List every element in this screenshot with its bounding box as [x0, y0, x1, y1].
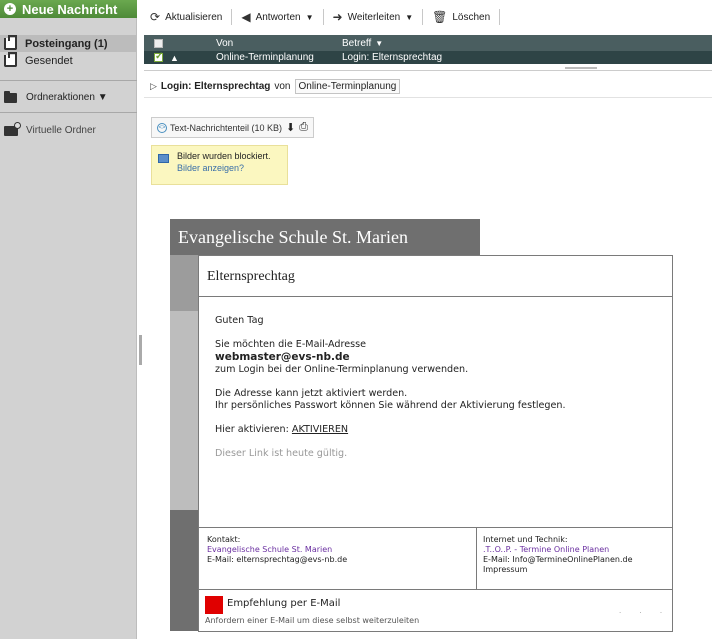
email-side-column-bottom [170, 510, 198, 631]
activate-prefix: Hier aktivieren: [215, 424, 289, 435]
folder-actions-label: Ordneraktionen ▼ [26, 92, 108, 103]
email-title: Elternsprechtag [199, 256, 672, 297]
refresh-label: Aktualisieren [165, 11, 223, 23]
divider [199, 527, 672, 528]
email-content-box: Elternsprechtag Guten Tag Sie möchten di… [198, 255, 673, 632]
message-list-footer [144, 64, 712, 71]
message-header: ▷ Login: Elternsprechtag von Online-Term… [144, 76, 712, 98]
validity-note: Dieser Link ist heute gültig. [215, 448, 348, 459]
blocked-text: Bilder wurden blockiert. [177, 151, 271, 161]
reply-label: Antworten [255, 11, 301, 23]
inbox-icon [4, 34, 17, 50]
chevron-down-icon[interactable]: ▼ [306, 13, 314, 22]
sender-chip[interactable]: Online-Terminplanung [294, 79, 401, 94]
forward-button[interactable]: ➜ Weiterleiten ▼ [324, 9, 424, 25]
contact-label: Kontakt: [207, 535, 241, 544]
print-icon[interactable]: ⎙ [299, 121, 308, 134]
recommend-title[interactable]: Empfehlung per E-Mail [227, 598, 340, 609]
email-side-column-top [170, 255, 198, 311]
tech-label: Internet und Technik: [483, 535, 568, 544]
new-message-button[interactable]: + Neue Nachricht [0, 0, 137, 18]
body-line: Ihr persönliches Passwort können Sie wäh… [215, 400, 566, 411]
toolbar: ⟳ Aktualisieren ◀ Antworten ▼ ➜ Weiterle… [138, 0, 712, 32]
body-line: Die Adresse kann jetzt aktiviert werden. [215, 388, 408, 399]
imprint-link[interactable]: Impressum [483, 565, 633, 575]
forward-arrow-icon: ➜ [332, 10, 343, 24]
virtual-folder-icon [4, 121, 21, 136]
download-icon[interactable]: ⬇ [286, 121, 295, 134]
folder-actions-menu[interactable]: Ordneraktionen ▼ [4, 90, 108, 103]
sent-icon [4, 51, 17, 67]
recommend-dots: . . . [619, 606, 671, 615]
email-body: Guten Tag Sie möchten die E-Mail-Adresse… [215, 315, 665, 472]
resize-grip[interactable] [565, 67, 597, 69]
forward-label: Weiterleiten [347, 11, 401, 23]
new-message-label: Neue Nachricht [22, 1, 118, 17]
select-all-checkbox[interactable] [154, 35, 163, 51]
attachment-code-icon: <> [157, 122, 167, 133]
image-icon [158, 154, 169, 163]
plus-icon: + [4, 3, 16, 15]
sort-chevron-icon: ▼ [375, 38, 384, 48]
contact-block: Kontakt: Evangelische Schule St. Marien … [207, 535, 347, 565]
tech-mail: E-Mail: Info@TermineOnlinePlanen.de [483, 555, 633, 564]
body-line: zum Login bei der Online-Terminplanung v… [215, 364, 469, 375]
refresh-button[interactable]: ⟳ Aktualisieren [150, 9, 233, 25]
row-subject: Login: Elternsprechtag [342, 52, 443, 63]
virtual-folders[interactable]: Virtuelle Ordner [4, 121, 96, 136]
recommend-red-square[interactable] [205, 596, 223, 614]
folder-inbox-label: Posteingang (1) [25, 37, 108, 50]
from-word: von [274, 81, 291, 92]
person-icon: ▲ [170, 52, 179, 63]
show-images-link[interactable]: Bilder anzeigen? [177, 163, 271, 173]
column-subject-label: Betreff [342, 37, 372, 49]
folder-sent-label: Gesendet [25, 54, 73, 67]
contact-name-link[interactable]: Evangelische Schule St. Marien [207, 545, 347, 555]
divider [476, 527, 477, 589]
virtual-folders-label: Virtuelle Ordner [26, 125, 96, 136]
folder-inbox[interactable]: Posteingang (1) [0, 34, 137, 52]
body-line: Sie möchten die E-Mail-Adresse [215, 339, 367, 350]
message-list-header: Von Betreff ▼ [144, 35, 712, 51]
column-subject[interactable]: Betreff ▼ [342, 35, 383, 51]
column-from[interactable]: Von [216, 35, 233, 51]
delete-label: Löschen [452, 11, 491, 23]
recommend-subtitle: Anfordern einer E-Mail um diese selbst w… [205, 616, 420, 625]
expand-triangle-icon[interactable]: ▷ [150, 81, 157, 92]
checkbox[interactable] [154, 38, 163, 48]
attachment-label: Text-Nachrichtenteil (10 KB) [170, 122, 283, 133]
refresh-icon: ⟳ [150, 10, 161, 24]
column-from-label: Von [216, 37, 234, 49]
sidebar-divider [0, 112, 137, 113]
row-from: Online-Terminplanung [216, 52, 314, 63]
school-header: Evangelische Schule St. Marien [170, 219, 480, 255]
contact-mail: E-Mail: elternsprechtag@evs-nb.de [207, 555, 348, 564]
sidebar-divider [0, 80, 137, 81]
delete-button[interactable]: 🗑 Löschen [423, 9, 501, 25]
trash-icon: 🗑 [432, 10, 448, 24]
folder-icon [4, 90, 17, 103]
tech-block: Internet und Technik: .T..O..P. - Termin… [483, 535, 633, 575]
chevron-down-icon[interactable]: ▼ [405, 13, 413, 22]
reply-arrow-icon: ◀ [241, 10, 251, 24]
checkbox-checked[interactable] [154, 51, 163, 62]
email-address: webmaster@evs-nb.de [215, 351, 350, 363]
folder-sent[interactable]: Gesendet [0, 51, 137, 69]
row-checkbox[interactable] [154, 51, 163, 64]
divider [199, 589, 672, 590]
blocked-images-notice: Bilder wurden blockiert. Bilder anzeigen… [151, 145, 288, 185]
message-row[interactable]: ▲ Online-Terminplanung Login: Elternspre… [144, 51, 712, 64]
attachment-chip[interactable]: <> Text-Nachrichtenteil (10 KB) ⬇ ⎙ [151, 117, 315, 138]
greeting: Guten Tag [215, 315, 264, 326]
activate-link[interactable]: AKTIVIEREN [292, 424, 348, 435]
pane-resize-handle[interactable] [139, 335, 142, 365]
reply-button[interactable]: ◀ Antworten ▼ [232, 9, 324, 25]
message-subject: Login: Elternsprechtag [160, 81, 271, 92]
tech-name-link[interactable]: .T..O..P. - Termine Online Planen [483, 545, 633, 555]
